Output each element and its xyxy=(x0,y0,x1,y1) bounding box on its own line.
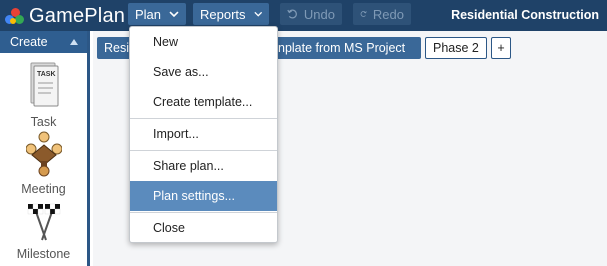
milestone-tool-label: Milestone xyxy=(16,247,71,261)
logo-text: GamePlan xyxy=(29,4,126,27)
reports-menu-label: Reports xyxy=(200,6,246,22)
reports-menu-button[interactable]: Reports xyxy=(193,3,269,25)
svg-text:TASK: TASK xyxy=(37,71,56,78)
meeting-icon xyxy=(25,131,62,177)
milestone-icon xyxy=(27,203,60,241)
menu-item-import[interactable]: Import... xyxy=(130,119,277,149)
redo-icon xyxy=(360,11,367,17)
tab-phase-2[interactable]: Phase 2 xyxy=(425,37,487,59)
redo-button[interactable]: Redo xyxy=(353,3,411,25)
plan-menu-label: Plan xyxy=(135,6,162,22)
top-bar: GamePlan Plan Reports Undo Redo Resident… xyxy=(0,0,607,31)
chevron-down-icon xyxy=(169,11,179,18)
task-tool-label: Task xyxy=(30,115,57,129)
create-milestone-tool[interactable]: Milestone xyxy=(0,200,87,261)
meeting-tool-label: Meeting xyxy=(21,182,66,196)
logo-dots-icon xyxy=(4,5,26,27)
menu-item-plan-settings[interactable]: Plan settings... xyxy=(130,181,277,211)
collapse-up-icon[interactable] xyxy=(70,39,78,45)
create-header-label: Create xyxy=(10,35,48,49)
undo-label: Undo xyxy=(303,6,335,22)
plan-menu-button[interactable]: Plan xyxy=(128,3,186,25)
tab-label-left: Resi xyxy=(104,41,130,55)
app-logo[interactable]: GamePlan xyxy=(4,3,125,29)
create-task-tool[interactable]: TASK Task xyxy=(0,60,87,129)
menu-item-close[interactable]: Close xyxy=(130,213,277,243)
create-meeting-tool[interactable]: Meeting xyxy=(0,131,87,196)
create-panel-header[interactable]: Create xyxy=(0,31,87,53)
menu-item-create-template[interactable]: Create template... xyxy=(130,87,277,117)
undo-button[interactable]: Undo xyxy=(280,3,342,25)
chevron-down-icon xyxy=(253,11,262,17)
plan-dropdown-menu: New Save as... Create template... Import… xyxy=(129,26,278,243)
tab-label-right: nplate from MS Project xyxy=(278,41,406,55)
task-icon: TASK xyxy=(30,62,58,107)
add-tab-button[interactable]: + xyxy=(491,37,511,59)
create-sidebar: Create TASK Task Meeting Milestone xyxy=(0,31,90,266)
menu-item-share-plan[interactable]: Share plan... xyxy=(130,151,277,181)
undo-icon xyxy=(287,9,297,19)
project-title[interactable]: Residential Construction xyxy=(451,8,599,22)
menu-item-new[interactable]: New xyxy=(130,27,277,57)
redo-label: Redo xyxy=(372,6,404,22)
menu-item-save-as[interactable]: Save as... xyxy=(130,57,277,87)
